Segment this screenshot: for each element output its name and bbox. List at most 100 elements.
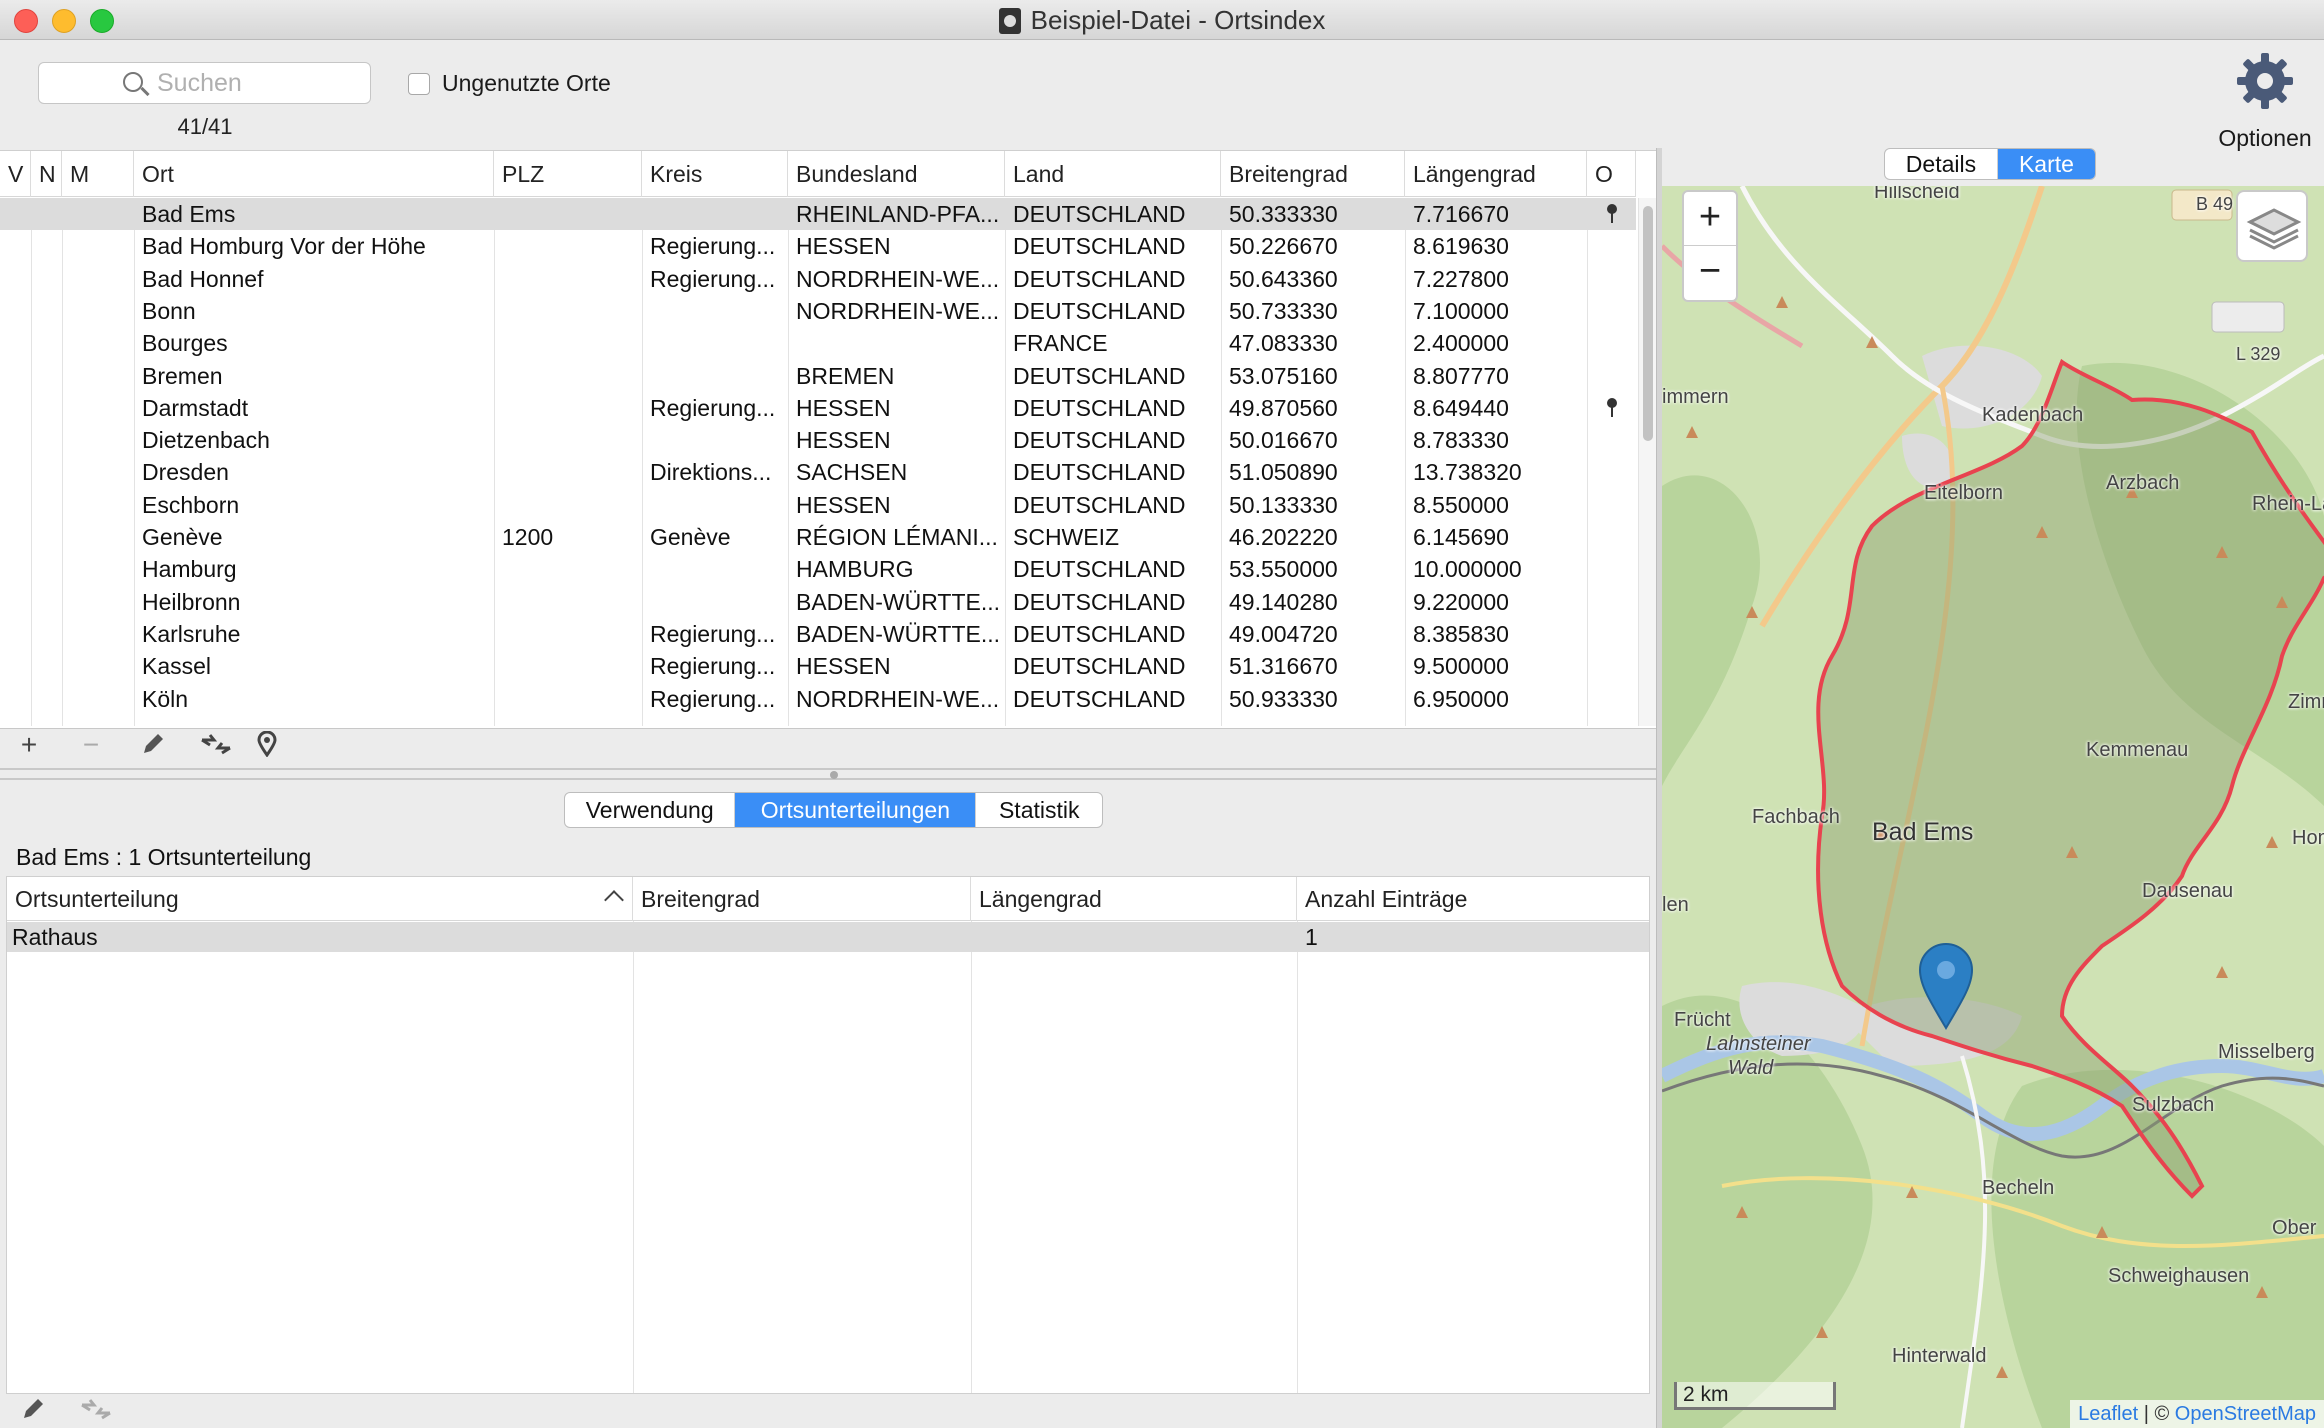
- splitter-handle[interactable]: [830, 771, 838, 779]
- cell-kreis: Regierung...: [650, 265, 776, 292]
- map-attribution: Leaflet | © OpenStreetMap: [2070, 1400, 2324, 1428]
- column-header-laengengrad[interactable]: Längengrad: [1405, 151, 1587, 197]
- search-field[interactable]: [38, 62, 371, 104]
- table-row[interactable]: Dietzenbach HESSEN DEUTSCHLAND 50.016670 8.7…: [0, 424, 1636, 456]
- split-view-divider[interactable]: [0, 768, 1656, 780]
- cell-land: DEUTSCHLAND: [1013, 201, 1186, 227]
- cell-ort: Kassel: [142, 653, 212, 680]
- openstreetmap-link[interactable]: OpenStreetMap: [2175, 1403, 2316, 1425]
- cell-kreis: [642, 327, 788, 359]
- add-place-button[interactable]: +: [14, 731, 44, 759]
- map-zoom-out-button[interactable]: −: [1684, 246, 1736, 300]
- cell-land: DEUTSCHLAND: [1013, 653, 1186, 680]
- tab-verwendung[interactable]: Verwendung: [565, 793, 736, 827]
- table-row[interactable]: Eschborn HESSEN DEUTSCHLAND 50.133330 8.5500…: [0, 489, 1636, 521]
- cell-kreis: [642, 424, 788, 456]
- table-row[interactable]: Darmstadt Regierung... HESSEN DEUTSCHLAND 49…: [0, 392, 1636, 424]
- cell-plz: [494, 586, 642, 618]
- unused-places-toggle[interactable]: Ungenutzte Orte: [408, 70, 611, 97]
- pin-icon: [1605, 397, 1619, 418]
- table-row[interactable]: Bad Homburg Vor der Höhe Regierung... HESS…: [0, 230, 1636, 262]
- cell-kreis: [642, 586, 788, 618]
- options-button[interactable]: Optionen: [2210, 50, 2320, 152]
- cell-plz: [494, 650, 642, 682]
- cell-bundesland: SACHSEN: [796, 459, 908, 486]
- column-header-bundesland[interactable]: Bundesland: [788, 151, 1005, 197]
- table-row[interactable]: Dresden Direktions... SACHSEN DEUTSCHLAND 51…: [0, 456, 1636, 488]
- column-header-m[interactable]: M: [62, 151, 134, 197]
- table-row[interactable]: Bad Honnef Regierung... NORDRHEIN-WE... DEU…: [0, 263, 1636, 295]
- pin-icon: [1605, 204, 1619, 224]
- table-row[interactable]: Karlsruhe Regierung... BADEN-WÜRTTE... DEUT…: [0, 618, 1636, 650]
- edit-subdivision-button[interactable]: [18, 1396, 48, 1424]
- column-header-o[interactable]: O: [1587, 151, 1636, 197]
- cell-bundesland: HAMBURG: [796, 556, 914, 583]
- column-header-v[interactable]: V: [0, 151, 31, 197]
- places-scrollbar-thumb[interactable]: [1643, 206, 1653, 441]
- tab-ortsunterteilungen[interactable]: Ortsunterteilungen: [735, 793, 977, 827]
- column-header-sub-laengengrad[interactable]: Längengrad: [971, 877, 1297, 921]
- unused-places-label: Ungenutzte Orte: [442, 70, 611, 96]
- table-row[interactable]: Bourges FRANCE 47.083330 2.400000: [0, 327, 1636, 359]
- cell-plz: [494, 683, 642, 715]
- column-header-ortsunterteilung[interactable]: Ortsunterteilung: [7, 877, 633, 921]
- cell-lat: 49.870560: [1229, 394, 1338, 421]
- column-header-land[interactable]: Land: [1005, 151, 1221, 197]
- table-row[interactable]: Bad Ems RHEINLAND-PFA... DEUTSCHLAND 50.333…: [0, 198, 1636, 230]
- cell-land: DEUTSCHLAND: [1013, 459, 1186, 486]
- column-header-n[interactable]: N: [31, 151, 62, 197]
- cell-ort: Genève: [142, 524, 223, 550]
- cell-kreis: Regierung...: [650, 620, 776, 647]
- edit-place-button[interactable]: [138, 731, 168, 759]
- remove-place-button[interactable]: −: [76, 731, 106, 759]
- column-header-plz[interactable]: PLZ: [494, 151, 642, 197]
- column-header-kreis[interactable]: Kreis: [642, 151, 788, 197]
- cell-ort: Bonn: [142, 297, 196, 324]
- table-row[interactable]: Köln Regierung... NORDRHEIN-WE... DEUTSCHLA…: [0, 683, 1636, 715]
- cell-lon: 8.550000: [1413, 491, 1509, 518]
- table-row[interactable]: Genève 1200 Genève RÉGION LÉMANI... SCHWEIZ 4…: [0, 521, 1636, 553]
- tab-details[interactable]: Details: [1885, 149, 1998, 179]
- place-count: 41/41: [177, 114, 233, 139]
- map-label: Fachbach: [1752, 806, 1840, 828]
- map-view[interactable]: Hillscheid B 49 L 329 immern Kadenbach Eitelb…: [1662, 186, 2324, 1428]
- merge-places-button[interactable]: [200, 731, 231, 759]
- locate-place-button[interactable]: [252, 730, 282, 759]
- cell-land: DEUTSCHLAND: [1013, 491, 1186, 518]
- merge-subdivision-button[interactable]: [80, 1396, 111, 1424]
- table-row[interactable]: Bonn NORDRHEIN-WE... DEUTSCHLAND 50.733330 7…: [0, 295, 1636, 327]
- map-label: immern: [1662, 386, 1729, 408]
- map-zoom-in-button[interactable]: +: [1684, 192, 1736, 246]
- cell-ort: Hamburg: [142, 556, 237, 583]
- location-pin-icon: [257, 730, 277, 758]
- column-header-breitengrad[interactable]: Breitengrad: [1221, 151, 1405, 197]
- unused-places-checkbox[interactable]: [408, 72, 430, 95]
- table-row[interactable]: Rathaus 1: [7, 922, 1649, 952]
- search-input[interactable]: [157, 67, 357, 99]
- cell-bundesland: HESSEN: [796, 427, 891, 454]
- cell-lon: 6.950000: [1413, 685, 1509, 712]
- table-row[interactable]: Bremen BREMEN DEUTSCHLAND 53.075160 8.807770: [0, 360, 1636, 392]
- leaflet-link[interactable]: Leaflet: [2078, 1403, 2138, 1425]
- table-row[interactable]: Hamburg HAMBURG DEUTSCHLAND 53.550000 10.000…: [0, 553, 1636, 585]
- map-label: Lahnsteiner: [1706, 1033, 1811, 1055]
- places-table: V N M Ort PLZ Kreis Bundesland Land Brei…: [0, 150, 1656, 728]
- column-header-anzahl-eintraege[interactable]: Anzahl Einträge: [1297, 877, 1649, 921]
- cell-kreis: [642, 198, 788, 230]
- cell-lon: 10.000000: [1413, 556, 1522, 583]
- tab-karte[interactable]: Karte: [1997, 149, 2095, 179]
- column-header-sub-breitengrad[interactable]: Breitengrad: [633, 877, 971, 921]
- table-row[interactable]: Heilbronn BADEN-WÜRTTE... DEUTSCHLAND 49.14…: [0, 586, 1636, 618]
- column-header-ort[interactable]: Ort: [134, 151, 494, 197]
- map-label: Hom: [2292, 827, 2324, 849]
- table-row[interactable]: Kassel Regierung... HESSEN DEUTSCHLAND 51.31…: [0, 650, 1636, 682]
- cell-bundesland: HESSEN: [796, 491, 891, 518]
- bottom-tab-bar: Verwendung Ortsunterteilungen Statistik: [564, 792, 1103, 828]
- places-scrollbar[interactable]: [1638, 198, 1656, 726]
- map-label: Frücht: [1674, 1009, 1731, 1031]
- tab-statistik[interactable]: Statistik: [976, 793, 1102, 827]
- cell-lon: 8.783330: [1413, 427, 1509, 454]
- cell-lat: 53.075160: [1229, 362, 1338, 389]
- places-table-header: V N M Ort PLZ Kreis Bundesland Land Brei…: [0, 151, 1636, 197]
- map-layers-button[interactable]: [2236, 190, 2308, 262]
